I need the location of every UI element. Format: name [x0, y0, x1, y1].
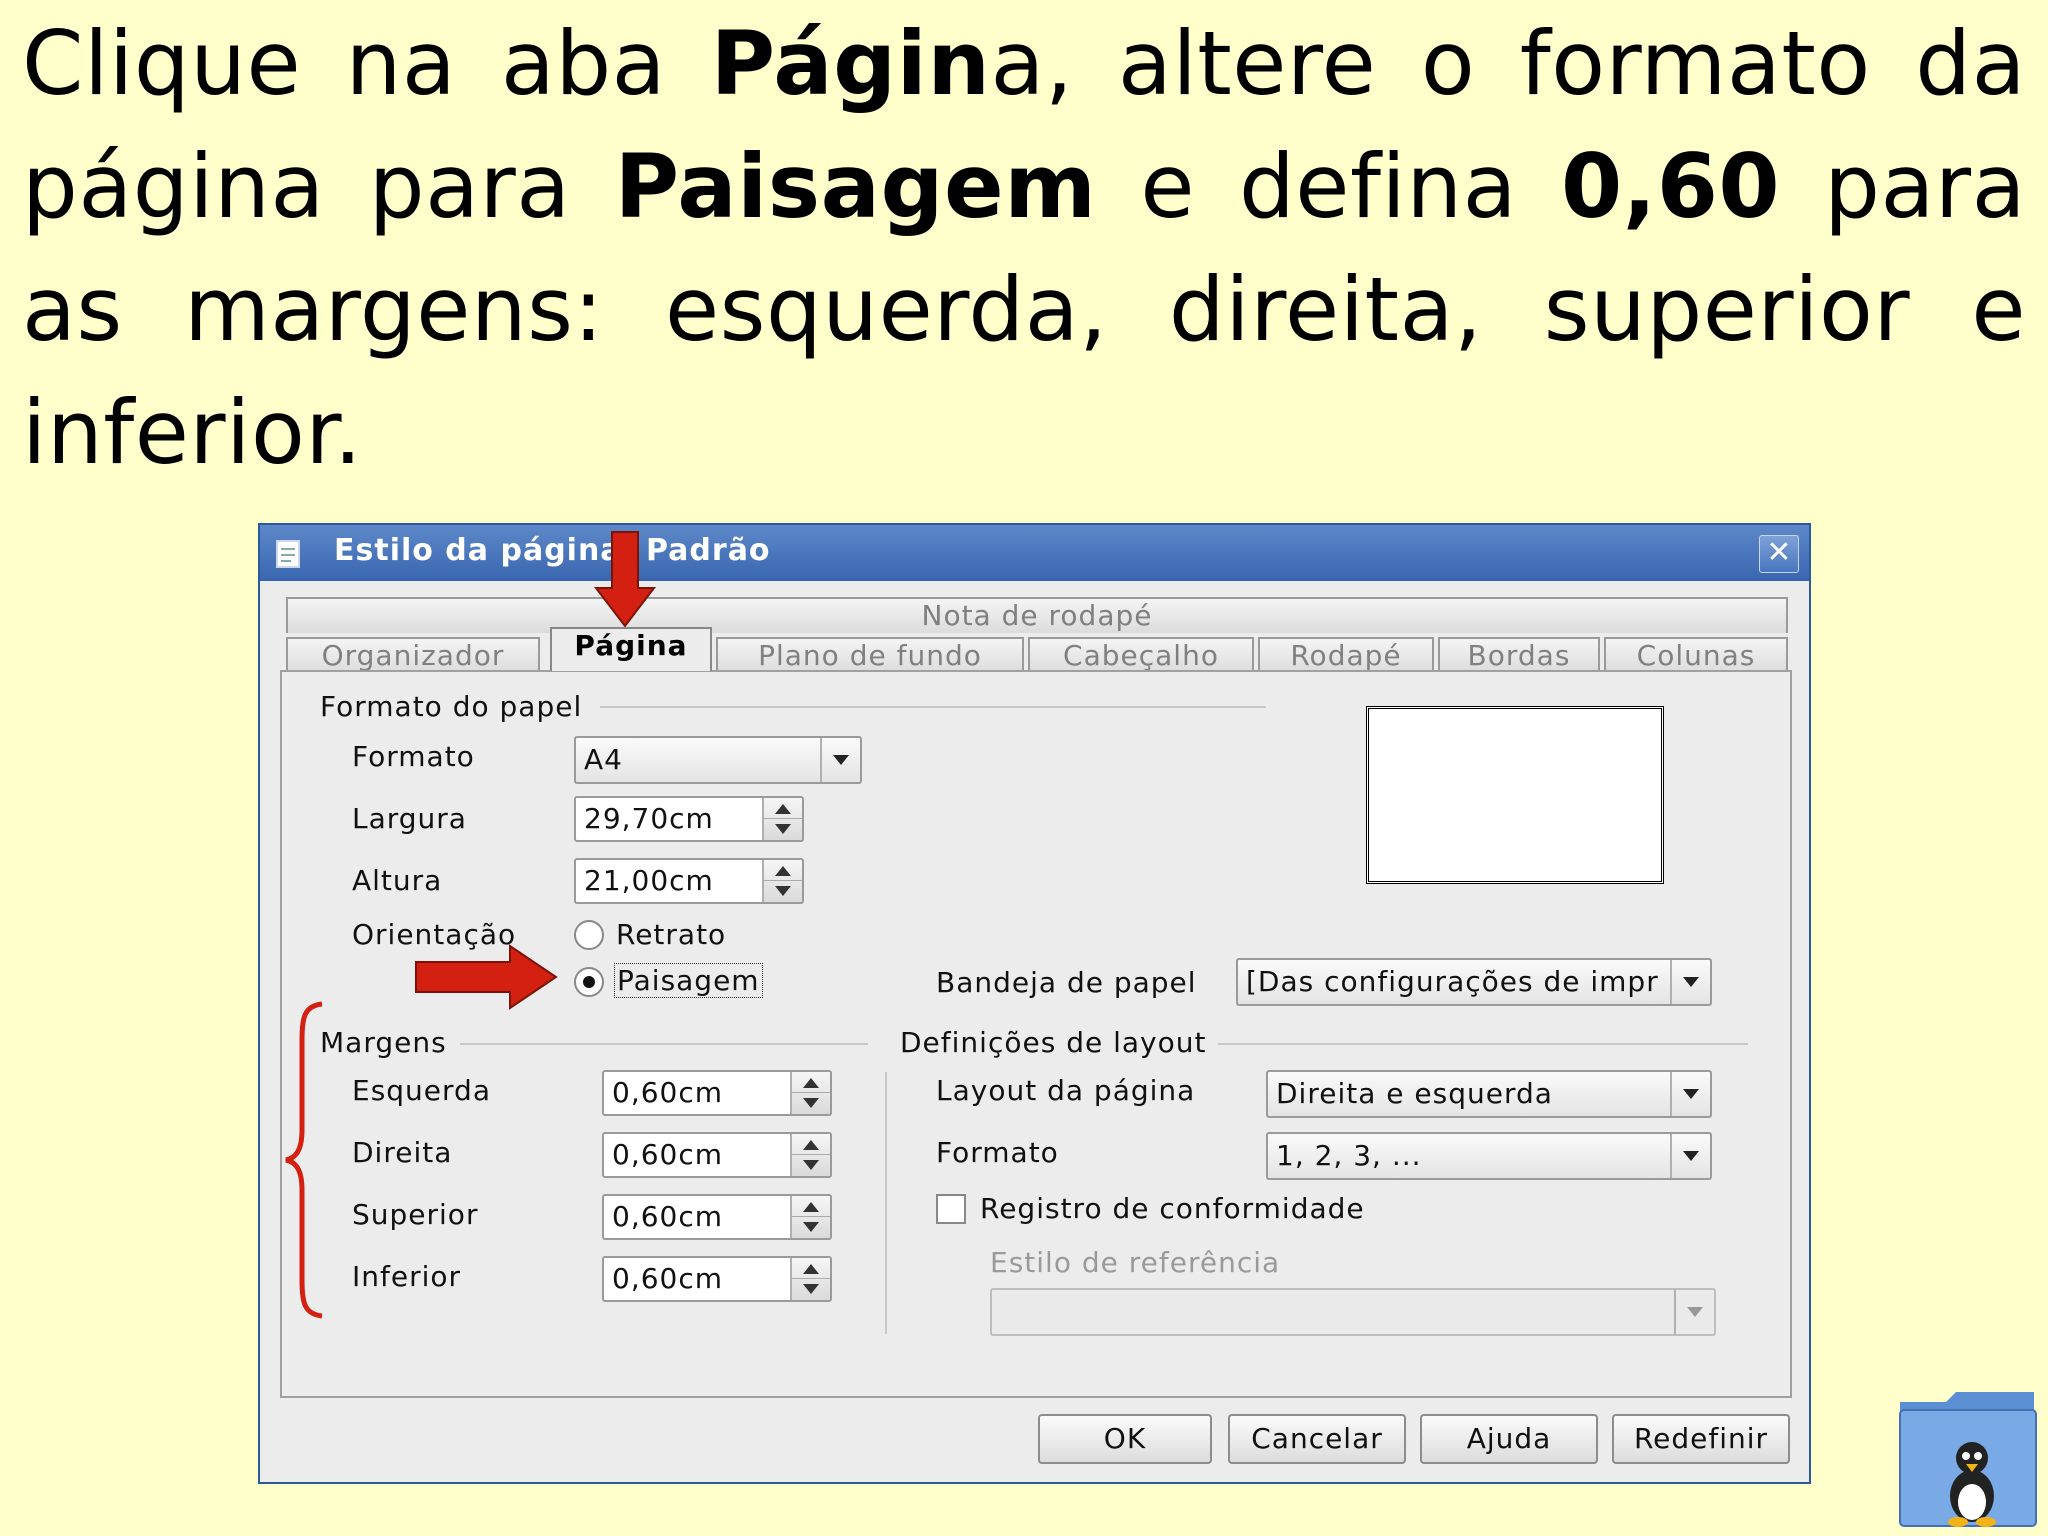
margins-group-label: Margens	[320, 1026, 447, 1059]
margin-top-stepper-buttons[interactable]	[790, 1196, 830, 1238]
document-icon	[276, 540, 300, 568]
margin-bottom-spinner[interactable]: 0,60cm	[602, 1256, 832, 1302]
margin-bottom-value: 0,60cm	[612, 1262, 724, 1295]
width-stepper-buttons[interactable]	[762, 798, 802, 840]
margin-left-label: Esquerda	[352, 1074, 491, 1107]
chevron-down-icon	[1674, 1290, 1714, 1334]
margin-bottom-stepper-buttons[interactable]	[790, 1258, 830, 1300]
format-select-value: A4	[584, 743, 623, 776]
tab-pagina[interactable]: Página	[550, 627, 712, 671]
paper-tray-select[interactable]: [Das configurações de impr	[1236, 958, 1712, 1006]
paper-format-divider	[600, 706, 1266, 708]
brace-icon	[285, 1001, 323, 1319]
instruction-text: Clique na aba Página, altere o formato d…	[22, 12, 2026, 484]
margins-divider	[460, 1043, 868, 1045]
tab-organizador[interactable]: Organizador	[286, 637, 540, 673]
red-arrow-icon	[593, 531, 657, 628]
portrait-label[interactable]: Retrato	[616, 918, 726, 951]
format-label: Formato	[352, 740, 475, 773]
margin-right-spinner[interactable]: 0,60cm	[602, 1132, 832, 1178]
register-true-checkbox[interactable]	[936, 1194, 966, 1224]
width-value: 29,70cm	[584, 802, 714, 835]
margin-right-label: Direita	[352, 1136, 453, 1169]
dialog-title: Estilo da página: Padrão	[334, 533, 771, 568]
numbering-format-select[interactable]: 1, 2, 3, ...	[1266, 1132, 1712, 1180]
height-spinner[interactable]: 21,00cm	[574, 858, 804, 904]
margin-bottom-label: Inferior	[352, 1260, 462, 1293]
layout-group-label: Definições de layout	[900, 1026, 1207, 1059]
tab-cabecalho[interactable]: Cabeçalho	[1028, 637, 1254, 673]
margin-right-stepper-buttons[interactable]	[790, 1134, 830, 1176]
page-layout-select[interactable]: Direita e esquerda	[1266, 1070, 1712, 1118]
linux-folder-icon	[1899, 1392, 2037, 1527]
height-stepper-buttons[interactable]	[762, 860, 802, 902]
margin-top-value: 0,60cm	[612, 1200, 724, 1233]
chevron-down-icon[interactable]	[1670, 1072, 1710, 1116]
close-icon: ✕	[1766, 535, 1792, 570]
paper-format-group-label: Formato do papel	[320, 690, 583, 723]
paper-tray-label: Bandeja de papel	[936, 966, 1197, 999]
tab-plano-de-fundo[interactable]: Plano de fundo	[716, 637, 1024, 673]
width-label: Largura	[352, 802, 467, 835]
reference-style-select	[990, 1288, 1716, 1336]
help-button[interactable]: Ajuda	[1420, 1414, 1598, 1464]
cancel-button[interactable]: Cancelar	[1228, 1414, 1406, 1464]
page-preview	[1366, 706, 1664, 884]
chevron-down-icon[interactable]	[1670, 1134, 1710, 1178]
landscape-radio[interactable]	[574, 967, 604, 997]
numbering-format-value: 1, 2, 3, ...	[1276, 1139, 1422, 1172]
numbering-format-label: Formato	[936, 1136, 1059, 1169]
tab-nota-de-rodape[interactable]: Nota de rodapé	[286, 597, 1788, 633]
chevron-down-icon[interactable]	[820, 738, 860, 782]
tab-colunas[interactable]: Colunas	[1604, 637, 1788, 673]
width-spinner[interactable]: 29,70cm	[574, 796, 804, 842]
register-true-label[interactable]: Registro de conformidade	[980, 1192, 1365, 1225]
ok-button[interactable]: OK	[1038, 1414, 1212, 1464]
margin-right-value: 0,60cm	[612, 1138, 724, 1171]
close-button[interactable]: ✕	[1759, 535, 1799, 573]
margin-top-spinner[interactable]: 0,60cm	[602, 1194, 832, 1240]
margin-left-stepper-buttons[interactable]	[790, 1072, 830, 1114]
paper-tray-value: [Das configurações de impr	[1246, 965, 1659, 998]
page-layout-value: Direita e esquerda	[1276, 1077, 1553, 1110]
margin-top-label: Superior	[352, 1198, 479, 1231]
margin-left-value: 0,60cm	[612, 1076, 724, 1109]
layout-divider	[1218, 1043, 1748, 1045]
landscape-label-text: Paisagem	[614, 963, 763, 998]
portrait-radio[interactable]	[574, 920, 604, 950]
height-value: 21,00cm	[584, 864, 714, 897]
chevron-down-icon[interactable]	[1670, 960, 1710, 1004]
margin-left-spinner[interactable]: 0,60cm	[602, 1070, 832, 1116]
tab-bordas[interactable]: Bordas	[1438, 637, 1600, 673]
red-arrow-icon	[415, 944, 558, 1010]
page-layout-label: Layout da página	[936, 1074, 1196, 1107]
dialog-titlebar[interactable]: Estilo da página: Padrão ✕	[260, 525, 1809, 581]
landscape-label[interactable]: Paisagem	[614, 963, 763, 998]
format-select[interactable]: A4	[574, 736, 862, 784]
reset-button[interactable]: Redefinir	[1612, 1414, 1790, 1464]
tab-rodape[interactable]: Rodapé	[1258, 637, 1434, 673]
height-label: Altura	[352, 864, 443, 897]
layout-separator	[885, 1072, 887, 1334]
reference-style-label: Estilo de referência	[990, 1246, 1281, 1279]
